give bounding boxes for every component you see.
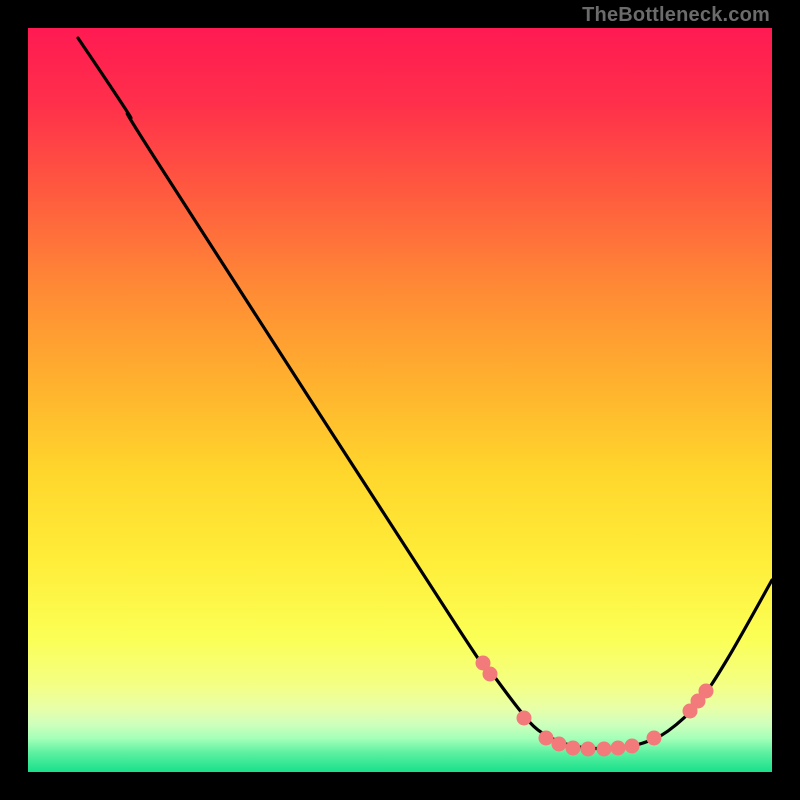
data-point (517, 711, 532, 726)
data-point (566, 741, 581, 756)
chart-frame (28, 28, 772, 772)
data-point (699, 684, 714, 699)
data-point (647, 731, 662, 746)
bottleneck-curve (78, 38, 772, 749)
data-point (625, 739, 640, 754)
watermark-text: TheBottleneck.com (582, 4, 770, 27)
data-point (581, 742, 596, 757)
data-point (552, 737, 567, 752)
data-point (539, 731, 554, 746)
chart-svg (28, 28, 772, 772)
data-point (611, 741, 626, 756)
chart-stage: TheBottleneck.com (0, 0, 800, 800)
data-point (483, 667, 498, 682)
data-point (597, 742, 612, 757)
